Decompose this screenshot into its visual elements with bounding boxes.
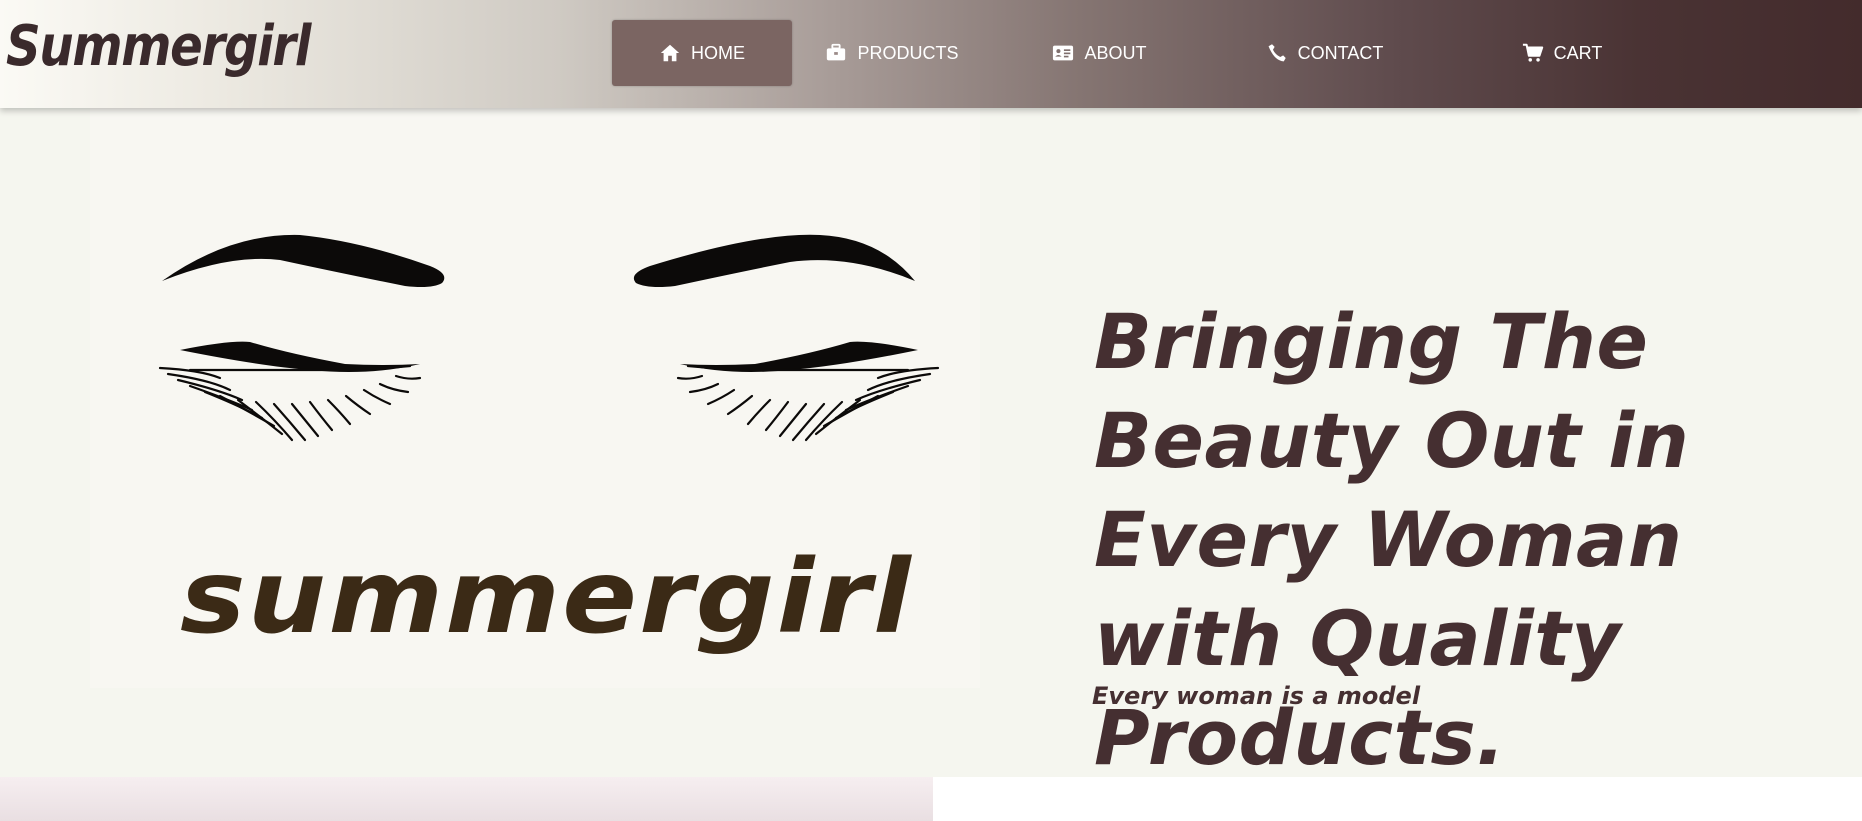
right-eyelashes: [676, 364, 940, 442]
nav-contact[interactable]: CONTACT: [1207, 20, 1442, 86]
main-nav: HOME PRODUCTS ABOUT CONTACT CART: [612, 20, 1682, 86]
nav-about[interactable]: ABOUT: [992, 20, 1207, 86]
briefcase-icon: [827, 43, 846, 61]
home-icon: [660, 44, 680, 62]
nav-home-label: HOME: [691, 42, 745, 63]
nav-about-label: ABOUT: [1084, 42, 1147, 63]
left-eyebrow: [162, 234, 445, 287]
nav-products-label: PRODUCTS: [857, 42, 959, 63]
nav-home[interactable]: HOME: [612, 20, 792, 86]
cart-icon: [1522, 43, 1543, 62]
nav-products[interactable]: PRODUCTS: [792, 20, 992, 86]
hero-tagline: Every woman is a model: [1092, 682, 1421, 710]
left-eyelashes: [158, 364, 422, 442]
id-card-icon: [1053, 45, 1074, 61]
nav-contact-label: CONTACT: [1297, 42, 1384, 63]
hero-section: summergirl Bringing The Beauty Out in Ev…: [0, 108, 1862, 782]
brand-logo[interactable]: Summergirl: [6, 14, 311, 79]
product-banner-image: [0, 777, 933, 821]
phone-icon: [1268, 44, 1286, 62]
hero-logo-wordmark: summergirl: [180, 538, 913, 657]
right-eyebrow: [633, 234, 915, 287]
next-section: [0, 777, 1862, 821]
hero-headline: Bringing The Beauty Out in Every Woman w…: [1094, 297, 1690, 782]
nav-cart-label: CART: [1553, 42, 1603, 63]
nav-cart[interactable]: CART: [1442, 20, 1682, 86]
top-navbar: Summergirl HOME PRODUCTS ABOUT CONTACT C…: [0, 0, 1862, 108]
